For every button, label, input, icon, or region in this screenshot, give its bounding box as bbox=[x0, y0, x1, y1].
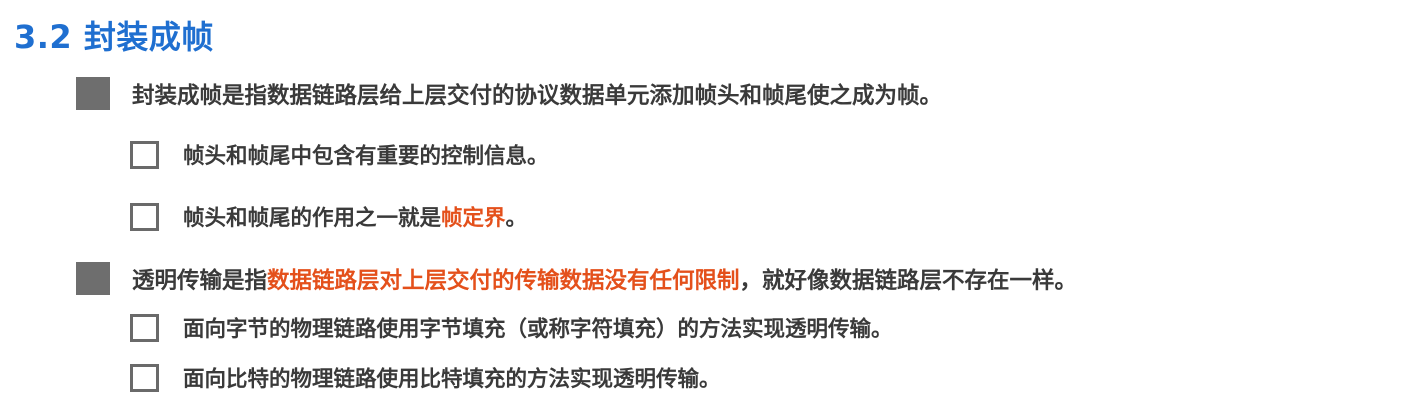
sub-item-control-info: 帧头和帧尾中包含有重要的控制信息。 bbox=[130, 139, 549, 170]
sub-item-text: 面向字节的物理链路使用字节填充（或称字符填充）的方法实现透明传输。 bbox=[183, 317, 893, 342]
bullet-text-part: ，就好像数据链路层不存在一样。 bbox=[739, 267, 1078, 294]
bullet-text-part: 透明传输是指 bbox=[132, 267, 268, 294]
bullet-item-transparent-transmission: 透明传输是指数据链路层对上层交付的传输数据没有任何限制，就好像数据链路层不存在一… bbox=[76, 262, 1077, 295]
sub-item-frame-delimiting: 帧头和帧尾的作用之一就是帧定界。 bbox=[130, 201, 527, 232]
empty-square-bullet-icon bbox=[130, 140, 159, 169]
sub-item-text-part: 。 bbox=[505, 206, 528, 231]
sub-item-bit-stuffing: 面向比特的物理链路使用比特填充的方法实现透明传输。 bbox=[130, 362, 721, 393]
sub-item-text: 帧头和帧尾的作用之一就是帧定界。 bbox=[183, 201, 527, 232]
filled-square-bullet-icon bbox=[76, 262, 110, 295]
bullet-text: 透明传输是指数据链路层对上层交付的传输数据没有任何限制，就好像数据链路层不存在一… bbox=[132, 263, 1077, 295]
section-title: 3.2 封装成帧 bbox=[14, 18, 214, 56]
sub-item-byte-stuffing: 面向字节的物理链路使用字节填充（或称字符填充）的方法实现透明传输。 bbox=[130, 312, 893, 343]
bullet-item-framing-definition: 封装成帧是指数据链路层给上层交付的协议数据单元添加帧头和帧尾使之成为帧。 bbox=[76, 77, 942, 110]
sub-item-text-part: 帧头和帧尾的作用之一就是 bbox=[183, 206, 442, 231]
empty-square-bullet-icon bbox=[130, 202, 159, 231]
sub-item-text: 面向比特的物理链路使用比特填充的方法实现透明传输。 bbox=[183, 367, 721, 392]
bullet-text: 封装成帧是指数据链路层给上层交付的协议数据单元添加帧头和帧尾使之成为帧。 bbox=[132, 82, 943, 109]
empty-square-bullet-icon bbox=[130, 363, 159, 392]
highlighted-term: 数据链路层对上层交付的传输数据没有任何限制 bbox=[267, 267, 740, 294]
highlighted-term: 帧定界 bbox=[441, 206, 506, 231]
empty-square-bullet-icon bbox=[130, 313, 159, 342]
filled-square-bullet-icon bbox=[76, 77, 110, 110]
sub-item-text: 帧头和帧尾中包含有重要的控制信息。 bbox=[183, 144, 549, 169]
